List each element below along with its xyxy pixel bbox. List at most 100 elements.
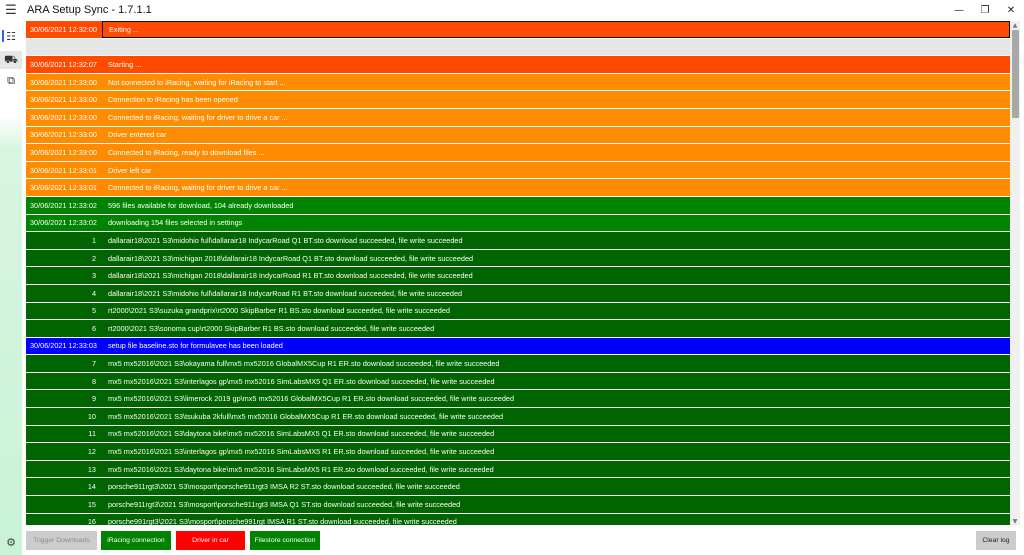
window-controls: — ❐ ✕ <box>946 0 1024 20</box>
log-row-index: 5 <box>91 306 96 316</box>
log-row-message <box>102 39 1010 56</box>
log-row[interactable]: 2 dallarair18\2021 S3\michigan 2018\dalla… <box>26 249 1010 268</box>
log-row[interactable]: 5 rt2000\2021 S3\suzuka grandprix\rt2000 … <box>26 302 1010 321</box>
log-row[interactable]: 30/06/2021 12:33:03 setup file baseline.s… <box>26 337 1010 356</box>
log-row-message: mx5 mx52016\2021 S3\daytona bike\mx5 mx5… <box>108 429 495 439</box>
log-row-message: Exiting ... <box>102 21 1010 38</box>
log-row[interactable]: 11 mx5 mx52016\2021 S3\daytona bike\mx5 m… <box>26 425 1010 444</box>
log-row-timestamp: 30/06/2021 12:33:00 <box>30 112 97 122</box>
settings-gear-icon[interactable]: ⚙ <box>0 534 22 550</box>
log-row-timestamp: 30/06/2021 12:33:02 <box>30 200 97 210</box>
log-row[interactable]: 16 porsche991rgt3\2021 S3\mosport\porsche… <box>26 513 1010 525</box>
log-row-message: Connected to iRacing, ready to download … <box>108 147 265 157</box>
log-row-message: mx5 mx52016\2021 S3\limerock 2019 gp\mx5… <box>108 394 515 404</box>
log-row-timestamp: 30/06/2021 12:32:07 <box>30 59 97 69</box>
log-row[interactable]: 12 mx5 mx52016\2021 S3\interlagos gp\mx5 … <box>26 443 1010 461</box>
log-row[interactable]: 7 mx5 mx52016\2021 S3\okayama full\mx5 mx… <box>26 355 1010 373</box>
left-navigation: ☷ ⛟ ⧉ <box>0 20 22 555</box>
log-row-index: 3 <box>91 271 96 281</box>
log-row-index: 13 <box>87 464 96 474</box>
log-row-message: Not connected to iRacing, waiting for iR… <box>108 77 286 87</box>
log-list[interactable]: 30/06/2021 12:32:00 Exiting ... 30/06/2021… <box>26 21 1010 525</box>
clear-log-button[interactable]: Clear log <box>976 531 1016 550</box>
bottom-status-bar: Trigger Downloads iRacing connection Dri… <box>22 528 1024 555</box>
log-row-timestamp: 30/06/2021 12:33:01 <box>30 165 97 175</box>
log-row-message: dallarair18\2021 S3\michigan 2018\dallar… <box>108 253 474 263</box>
log-row-message: dallarair18\2021 S3\michigan 2018\dallar… <box>108 271 473 281</box>
log-row[interactable]: 8 mx5 mx52016\2021 S3\interlagos gp\mx5 m… <box>26 372 1010 391</box>
log-row[interactable]: 6 rt2000\2021 S3\sonoma cup\rt2000 SkipBa… <box>26 320 1010 338</box>
log-row-timestamp: 30/06/2021 12:32:00 <box>30 24 97 34</box>
log-row-index: 14 <box>87 482 96 492</box>
log-row-index: 11 <box>88 429 96 439</box>
hamburger-menu-icon[interactable]: ☰ <box>0 0 22 20</box>
log-row[interactable]: 3 dallarair18\2021 S3\michigan 2018\dalla… <box>26 267 1010 285</box>
log-row[interactable]: 4 dallarair18\2021 S3\midohio full\dallar… <box>26 284 1010 303</box>
log-row-message: downloading 154 files selected in settin… <box>108 218 243 228</box>
log-row-index: 15 <box>87 499 96 509</box>
log-row[interactable]: 30/06/2021 12:33:00 Connection to iRacing… <box>26 91 1010 109</box>
nav-car-icon[interactable]: ⛟ <box>0 51 22 69</box>
log-row[interactable]: 30/06/2021 12:33:00 Driver entered car <box>26 126 1010 145</box>
close-button[interactable]: ✕ <box>998 0 1024 20</box>
log-row-message: setup file baseline.sto for formulavee h… <box>108 341 283 351</box>
scrollbar-thumb[interactable] <box>1012 30 1019 118</box>
driver-in-car-status: Driver in car <box>176 531 245 550</box>
log-row-message: mx5 mx52016\2021 S3\tsukuba 2kfull\mx5 m… <box>108 411 504 421</box>
log-row[interactable]: 30/06/2021 12:33:00 Not connected to iRac… <box>26 73 1010 92</box>
log-row[interactable]: 14 porsche911rgt3\2021 S3\mosport\porsche… <box>26 478 1010 497</box>
app-title: ARA Setup Sync - 1.7.1.1 <box>27 4 152 16</box>
scroll-down-arrow-icon[interactable]: ▼ <box>1010 517 1020 525</box>
log-row[interactable]: 30/06/2021 12:33:00 Connected to iRacing,… <box>26 108 1010 127</box>
log-row-message: Driver left car <box>108 165 152 175</box>
log-row-message: mx5 mx52016\2021 S3\interlagos gp\mx5 mx… <box>108 447 495 457</box>
title-bar: ☰ ARA Setup Sync - 1.7.1.1 — ❐ ✕ <box>0 0 1024 20</box>
log-row-timestamp: 30/06/2021 12:33:02 <box>30 218 97 228</box>
log-row-timestamp: 30/06/2021 12:33:01 <box>30 183 97 193</box>
log-row-message: Driver entered car <box>108 130 167 140</box>
log-row[interactable]: 30/06/2021 12:33:00 Connected to iRacing,… <box>26 144 1010 162</box>
log-row-timestamp: 30/06/2021 12:33:00 <box>30 77 97 87</box>
log-row[interactable]: 30/06/2021 12:33:01 Connected to iRacing,… <box>26 179 1010 197</box>
iracing-connection-status: iRacing connection <box>101 531 171 550</box>
log-row[interactable]: 13 mx5 mx52016\2021 S3\daytona bike\mx5 m… <box>26 460 1010 479</box>
log-row-index: 8 <box>91 376 96 386</box>
log-row-index: 6 <box>91 323 96 333</box>
log-row-timestamp: 30/06/2021 12:33:00 <box>30 130 97 140</box>
trigger-downloads-button[interactable]: Trigger Downloads <box>26 531 97 550</box>
log-row-message: rt2000\2021 S3\sonoma cup\rt2000 SkipBar… <box>108 323 435 333</box>
filestore-connection-status: Filestore connection <box>250 531 320 550</box>
log-row-index: 1 <box>91 235 96 245</box>
minimize-button[interactable]: — <box>946 0 972 20</box>
log-row-message: rt2000\2021 S3\suzuka grandprix\rt2000 S… <box>108 306 450 316</box>
log-row[interactable]: 30/06/2021 12:33:02 downloading 154 files… <box>26 214 1010 233</box>
log-row-index: 16 <box>87 517 96 525</box>
log-row[interactable]: 30/06/2021 12:32:07 Starting ... <box>26 56 1010 74</box>
log-row[interactable]: 1 dallarair18\2021 S3\midohio full\dallar… <box>26 232 1010 250</box>
app-window: ☰ ARA Setup Sync - 1.7.1.1 — ❐ ✕ ☷ ⛟ ⧉ 3… <box>0 0 1024 555</box>
log-row[interactable]: 30/06/2021 12:33:02 596 files available f… <box>26 196 1010 215</box>
log-row-message: 596 files available for download, 104 al… <box>108 200 294 210</box>
log-row-index: 10 <box>87 411 96 421</box>
log-row[interactable]: 15 porsche911rgt3\2021 S3\mosport\porsche… <box>26 496 1010 514</box>
maximize-button[interactable]: ❐ <box>972 0 998 20</box>
log-row-index: 2 <box>91 253 96 263</box>
log-row-timestamp: 30/06/2021 12:33:03 <box>30 341 97 351</box>
log-row[interactable]: 30/06/2021 12:32:00 Exiting ... <box>26 21 1010 39</box>
log-row[interactable] <box>26 38 1010 57</box>
log-row[interactable]: 30/06/2021 12:33:01 Driver left car <box>26 161 1010 180</box>
scroll-up-arrow-icon[interactable]: ▲ <box>1010 21 1020 29</box>
log-row[interactable]: 10 mx5 mx52016\2021 S3\tsukuba 2kfull\mx5… <box>26 408 1010 426</box>
log-row-index: 4 <box>91 288 96 298</box>
log-row-message: Starting ... <box>108 59 142 69</box>
log-row[interactable]: 9 mx5 mx52016\2021 S3\limerock 2019 gp\mx… <box>26 390 1010 409</box>
log-row-message: mx5 mx52016\2021 S3\interlagos gp\mx5 mx… <box>108 376 495 386</box>
log-row-index: 9 <box>91 394 96 404</box>
log-row-message: dallarair18\2021 S3\midohio full\dallara… <box>108 235 463 245</box>
log-row-message: mx5 mx52016\2021 S3\daytona bike\mx5 mx5… <box>108 464 494 474</box>
nav-copy-files-icon[interactable]: ⧉ <box>0 72 22 90</box>
log-row-message: mx5 mx52016\2021 S3\okayama full\mx5 mx5… <box>108 359 500 369</box>
log-row-index: 12 <box>87 447 96 457</box>
log-row-message: Connected to iRacing, waiting for driver… <box>108 183 288 193</box>
log-row-message: porsche911rgt3\2021 S3\mosport\porsche91… <box>108 499 461 509</box>
